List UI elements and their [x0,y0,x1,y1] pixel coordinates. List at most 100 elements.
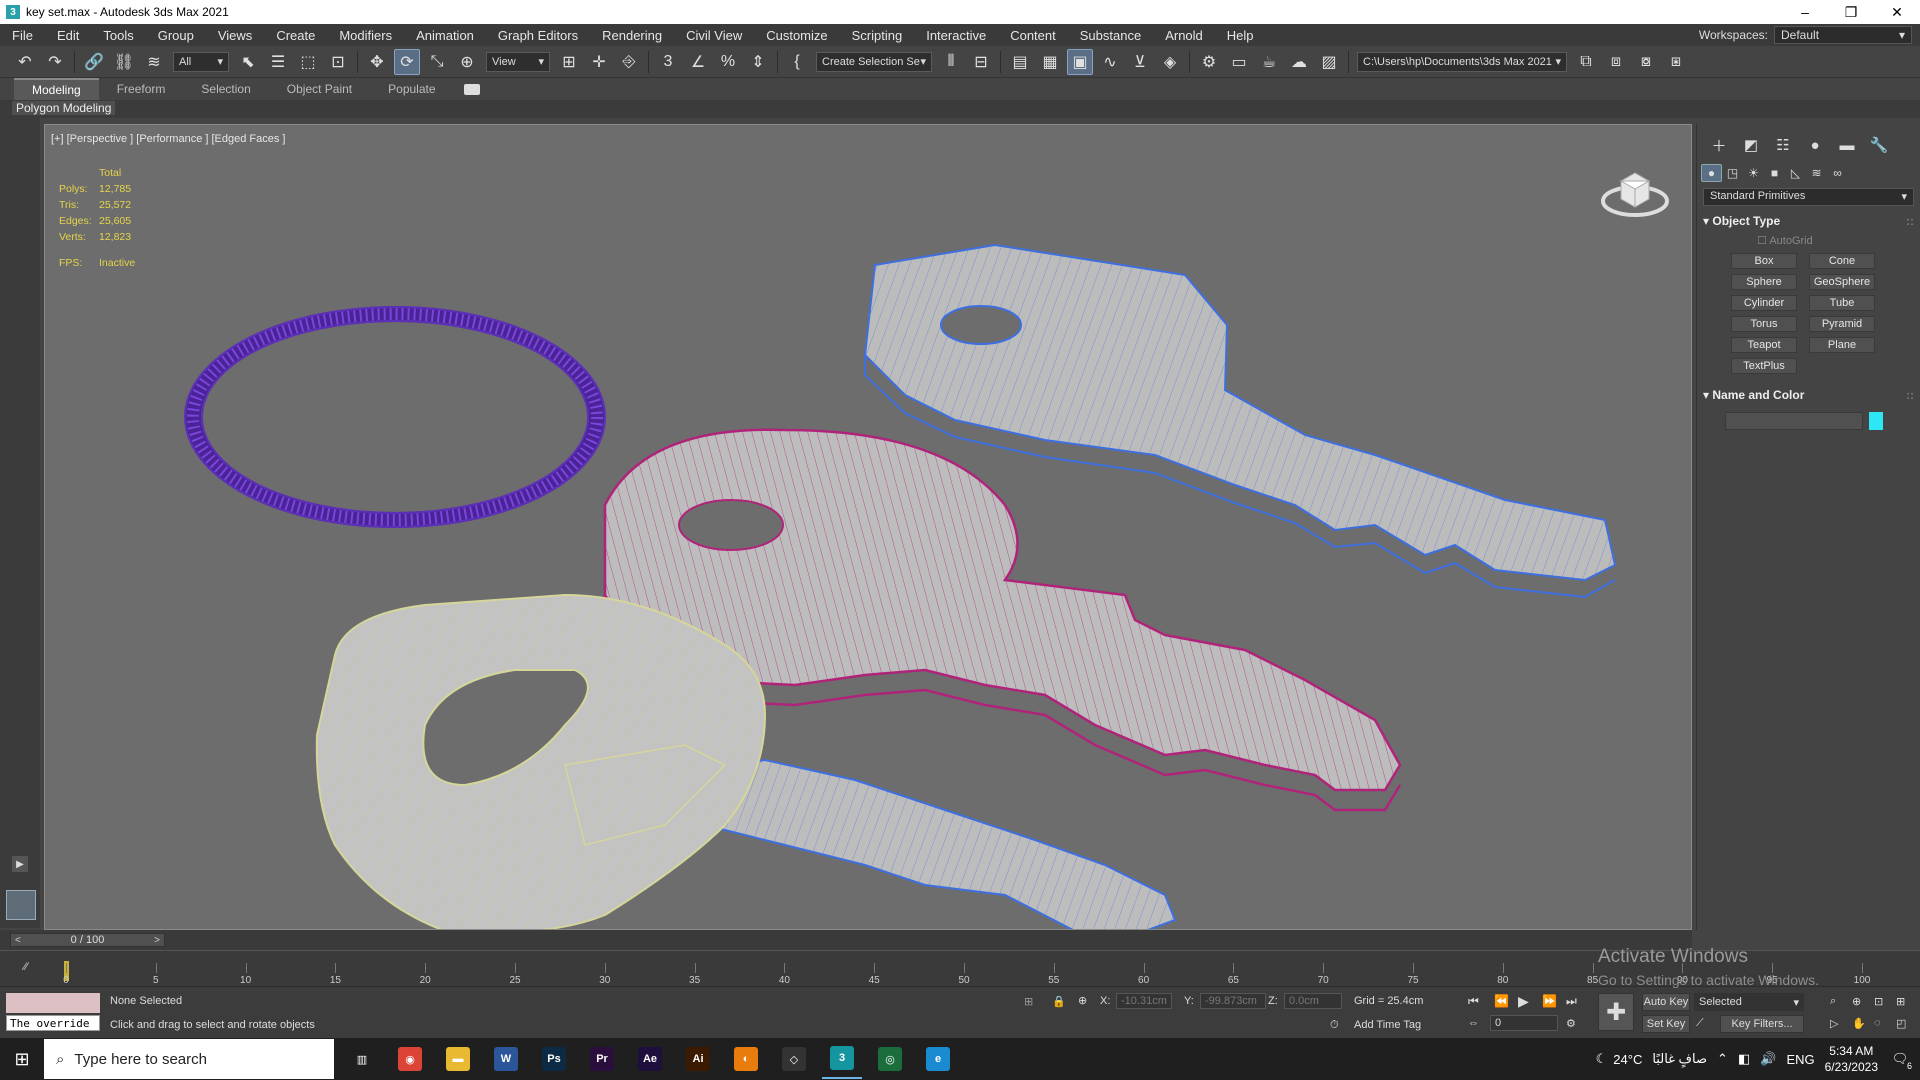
menu-customize[interactable]: Customize [754,28,839,43]
align-icon[interactable]: ⊟ [968,49,994,75]
absolute-mode-icon[interactable]: ⊕ [1078,994,1087,1007]
taskbar-illustrator[interactable]: Ai [678,1039,718,1079]
taskbar-photoshop[interactable]: Ps [534,1039,574,1079]
viewcube[interactable] [1599,155,1671,227]
yellow-key-head-object[interactable] [315,593,767,930]
autogrid-checkbox[interactable]: ☐ AutoGrid [1757,234,1920,247]
perspective-viewport[interactable]: [+] [Perspective ] [Performance ] [Edged… [44,124,1692,930]
menu-substance[interactable]: Substance [1068,28,1153,43]
time-configuration-icon[interactable]: ⚙ [1566,1017,1576,1030]
time-tag-icon[interactable]: ⏱ [1330,1019,1339,1032]
percent-snap-icon[interactable]: % [715,49,741,75]
maxscript-listener-mini[interactable] [6,993,100,1013]
torus-button[interactable]: Torus [1731,316,1797,332]
auto-key-button[interactable]: Auto Key [1642,993,1690,1011]
taskbar-blender[interactable]: ◐ [726,1039,766,1079]
project-settings-icon[interactable]: ⧆ [1663,49,1689,75]
language-indicator[interactable]: ENG [1786,1052,1814,1067]
textplus-button[interactable]: TextPlus [1731,358,1797,374]
menu-interactive[interactable]: Interactive [914,28,998,43]
spinner-snap-icon[interactable]: ⇕ [745,49,771,75]
menu-create[interactable]: Create [264,28,327,43]
play-animation-icon[interactable]: ▶ [1518,993,1529,1010]
select-manipulate-icon[interactable]: ✛ [586,49,612,75]
schematic-view-icon[interactable]: ⊻ [1127,49,1153,75]
tube-button[interactable]: Tube [1809,295,1875,311]
rectangular-selection-icon[interactable]: ⬚ [295,49,321,75]
current-frame-field[interactable]: 0 [1490,1015,1558,1031]
tab-object-paint[interactable]: Object Paint [269,79,370,99]
viewport-layout-icon[interactable] [6,890,36,920]
close-button[interactable]: ✕ [1874,0,1920,24]
windows-start-icon[interactable]: ⊞ [0,1049,44,1070]
maximize-viewport-icon[interactable]: ◰ [1896,1017,1906,1030]
add-time-tag[interactable]: Add Time Tag [1354,1019,1421,1031]
window-crossing-icon[interactable]: ⊡ [325,49,351,75]
maxscript-mini-listener[interactable]: The override [6,1015,100,1031]
named-selection-set-dropdown[interactable]: Create Selection Se ▾ [816,51,932,72]
systems-icon[interactable]: ∞ [1827,164,1848,182]
x-coordinate-field[interactable]: -10.31cm [1116,993,1172,1009]
menu-arnold[interactable]: Arnold [1153,28,1215,43]
menu-help[interactable]: Help [1215,28,1266,43]
layer-explorer-icon[interactable]: ▦ [1037,49,1063,75]
chevron-up-icon[interactable]: ⌃ [1717,1051,1728,1067]
bind-space-warp-icon[interactable]: ≋ [141,49,167,75]
keyboard-shortcut-override-icon[interactable]: ⎆ [616,49,642,75]
menu-rendering[interactable]: Rendering [590,28,674,43]
chevron-right-icon[interactable]: > [154,935,160,946]
object-name-field[interactable] [1725,412,1863,430]
ribbon-options-icon[interactable] [463,83,480,95]
taskbar-chrome[interactable]: ◉ [390,1039,430,1079]
object-color-swatch[interactable] [1869,412,1883,430]
box-button[interactable]: Box [1731,253,1797,269]
next-frame-icon[interactable]: ⏩ [1542,994,1557,1008]
cylinder-button[interactable]: Cylinder [1731,295,1797,311]
minimize-button[interactable]: – [1782,0,1828,24]
tab-selection[interactable]: Selection [183,79,268,99]
yellow-key-blade-object[interactable] [683,758,1177,930]
render-shortcuts-icon[interactable]: ▨ [1316,49,1342,75]
mirror-icon[interactable]: ⫴ [938,49,964,75]
edit-named-selection-icon[interactable]: { [784,49,810,75]
go-to-end-icon[interactable]: ⏭ [1566,994,1577,1009]
menu-graph-editors[interactable]: Graph Editors [486,28,590,43]
default-in-out-tangent-icon[interactable]: ⟋ [1696,1017,1704,1030]
zoom-extents-all-icon[interactable]: ⊞ [1896,995,1905,1008]
display-tab-icon[interactable]: ▬ [1831,137,1863,154]
render-production-icon[interactable]: ☕ [1256,49,1282,75]
volume-icon[interactable]: 🔊 [1760,1051,1776,1067]
tab-modeling[interactable]: Modeling [14,78,99,100]
cone-button[interactable]: Cone [1809,253,1875,269]
teapot-button[interactable]: Teapot [1731,337,1797,353]
select-object-icon[interactable]: ⬉ [235,49,261,75]
menu-tools[interactable]: Tools [91,28,145,43]
maximize-button[interactable]: ❐ [1828,0,1874,24]
menu-scripting[interactable]: Scripting [840,28,915,43]
angle-snap-icon[interactable]: ∠ [685,49,711,75]
motion-tab-icon[interactable]: ● [1799,137,1831,154]
clock[interactable]: 5:34 AM 6/23/2023 [1825,1043,1878,1075]
taskbar-premiere[interactable]: Pr [582,1039,622,1079]
plane-button[interactable]: Plane [1809,337,1875,353]
selection-lock-icon[interactable]: 🔒 [1052,995,1066,1008]
helpers-icon[interactable]: ◺ [1785,164,1806,182]
polygon-modeling-panel[interactable]: Polygon Modeling [12,101,116,115]
open-project-icon[interactable]: ⧇ [1633,49,1659,75]
lights-icon[interactable]: ☀ [1743,164,1764,182]
previous-frame-icon[interactable]: ⏪ [1494,994,1509,1008]
rendered-frame-window-icon[interactable]: ▭ [1226,49,1252,75]
zoom-icon[interactable]: ⌕ [1830,995,1836,1008]
unlink-icon[interactable]: ⛓ [111,49,137,75]
snaps-toggle-icon[interactable]: 3 [655,49,681,75]
key-mode-icon[interactable]: ⇔ [1468,1017,1479,1029]
place-icon[interactable]: ⊕ [454,49,480,75]
go-to-start-icon[interactable]: ⏮ [1468,994,1479,1009]
tab-populate[interactable]: Populate [370,79,453,99]
menu-file[interactable]: File [0,28,45,43]
taskbar-unity[interactable]: ◇ [774,1039,814,1079]
taskbar-file-explorer[interactable]: ▬ [438,1039,478,1079]
taskbar-app-circle[interactable]: ◎ [870,1039,910,1079]
field-of-view-icon[interactable]: ▷ [1830,1017,1838,1030]
selection-filter-dropdown[interactable]: All ▾ [173,51,229,72]
